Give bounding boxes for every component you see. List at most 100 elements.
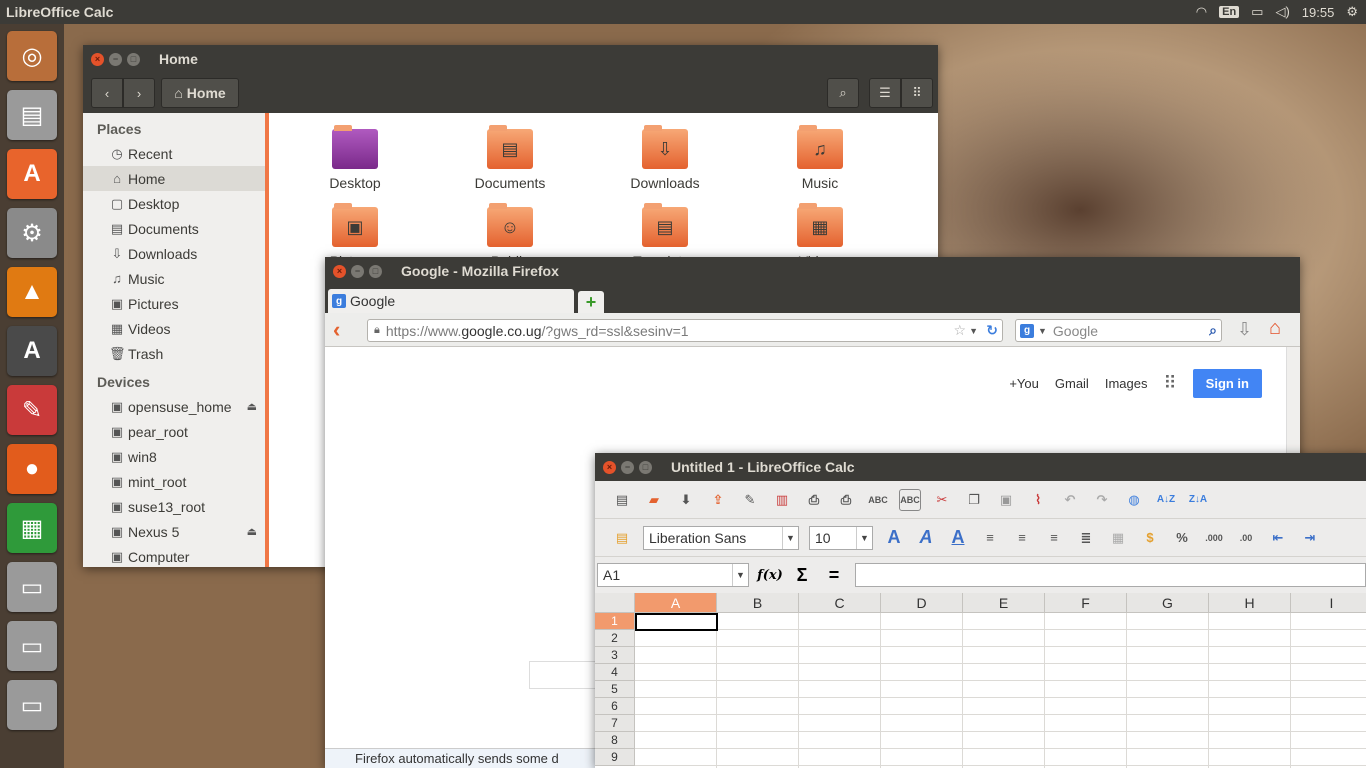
- underline-icon[interactable]: A: [947, 527, 969, 549]
- eject-icon[interactable]: ⏏: [247, 525, 257, 538]
- drive-icon[interactable]: ▭: [7, 621, 57, 671]
- column-header-d[interactable]: D: [881, 593, 963, 613]
- sidebar-device-nexus-5[interactable]: ▣ Nexus 5 ⏏: [83, 519, 265, 544]
- new-document-icon[interactable]: ▤: [611, 489, 633, 511]
- grid-view-button[interactable]: ⠿: [901, 78, 933, 108]
- hyperlink-icon[interactable]: ◍: [1123, 489, 1145, 511]
- minimize-button[interactable]: −: [109, 52, 122, 66]
- name-box[interactable]: A1 ▼: [597, 563, 749, 587]
- column-header-h[interactable]: H: [1209, 593, 1291, 613]
- close-button[interactable]: ×: [91, 52, 104, 66]
- update-manager-icon[interactable]: A: [7, 326, 57, 376]
- sidebar-item-documents[interactable]: ▤ Documents: [83, 216, 265, 241]
- column-header-f[interactable]: F: [1045, 593, 1127, 613]
- files-icon[interactable]: ▤: [7, 90, 57, 140]
- firefox-icon[interactable]: ●: [7, 444, 57, 494]
- row-header-9[interactable]: 9: [595, 749, 635, 766]
- column-header-i[interactable]: I: [1291, 593, 1366, 613]
- sidebar-device-win8[interactable]: ▣ win8: [83, 444, 265, 469]
- print-icon[interactable]: ⎙: [803, 489, 825, 511]
- close-button[interactable]: ×: [333, 264, 346, 278]
- export-pdf-icon[interactable]: ▥: [771, 489, 793, 511]
- sidebar-item-trash[interactable]: 🗑︎ Trash: [83, 341, 265, 366]
- download-icon[interactable]: ⇩: [1237, 319, 1252, 340]
- align-center-icon[interactable]: ≡: [1011, 527, 1033, 549]
- align-right-icon[interactable]: ≡: [1043, 527, 1065, 549]
- open-folder-icon[interactable]: ▰: [643, 489, 665, 511]
- bookmark-star-icon[interactable]: ☆: [953, 322, 966, 339]
- list-view-button[interactable]: ☰: [869, 78, 901, 108]
- column-header-b[interactable]: B: [717, 593, 799, 613]
- sidebar-device-computer[interactable]: ▣ Computer: [83, 544, 265, 567]
- align-left-icon[interactable]: ≡: [979, 527, 1001, 549]
- minimize-button[interactable]: −: [621, 460, 634, 474]
- ubuntu-icon[interactable]: ◎: [7, 31, 57, 81]
- images-link[interactable]: Images: [1105, 376, 1148, 391]
- gear-icon[interactable]: ⚙: [1346, 4, 1358, 20]
- sidebar-device-pear_root[interactable]: ▣ pear_root: [83, 419, 265, 444]
- close-button[interactable]: ×: [603, 460, 616, 474]
- row-header-1[interactable]: 1: [595, 613, 635, 630]
- clock[interactable]: 19:55: [1302, 5, 1335, 20]
- folder-music[interactable]: ♫ Music: [775, 125, 865, 191]
- sidebar-device-mint_root[interactable]: ▣ mint_root: [83, 469, 265, 494]
- row-header-8[interactable]: 8: [595, 732, 635, 749]
- sidebar-device-suse13_root[interactable]: ▣ suse13_root: [83, 494, 265, 519]
- sort-ascending-icon[interactable]: A↓Z: [1155, 489, 1177, 511]
- home-icon[interactable]: ⌂: [1269, 317, 1281, 340]
- vlc-icon[interactable]: ▲: [7, 267, 57, 317]
- sidebar-item-videos[interactable]: ▦ Videos: [83, 316, 265, 341]
- chevron-down-icon[interactable]: ▼: [782, 526, 798, 549]
- cut-icon[interactable]: ✂: [931, 489, 953, 511]
- sidebar-item-pictures[interactable]: ▣ Pictures: [83, 291, 265, 316]
- sort-descending-icon[interactable]: Z↓A: [1187, 489, 1209, 511]
- clone-formatting-icon[interactable]: ⌇: [1027, 489, 1049, 511]
- row-header-2[interactable]: 2: [595, 630, 635, 647]
- url-bar[interactable]: 🔒︎ https://www. google.co.ug/?gws_rd=ssl&…: [367, 319, 1003, 342]
- drive-icon[interactable]: ▭: [7, 680, 57, 730]
- plus-you-link[interactable]: +You: [1009, 376, 1039, 391]
- font-name-combo[interactable]: Liberation Sans ▼: [643, 525, 799, 550]
- column-header-e[interactable]: E: [963, 593, 1045, 613]
- formula-input[interactable]: [855, 563, 1366, 587]
- edit-file-icon[interactable]: ✎: [739, 489, 761, 511]
- export-icon[interactable]: ⇪: [707, 489, 729, 511]
- sidebar-item-desktop[interactable]: ▢ Desktop: [83, 191, 265, 216]
- undo-icon[interactable]: ↶: [1059, 489, 1081, 511]
- keyboard-layout-indicator[interactable]: En: [1219, 6, 1240, 18]
- location-button-home[interactable]: ⌂ Home: [161, 78, 239, 108]
- bold-icon[interactable]: A: [883, 527, 905, 549]
- system-settings-icon[interactable]: ⚙: [7, 208, 57, 258]
- software-center-icon[interactable]: A: [7, 149, 57, 199]
- search-bar[interactable]: g ▼ Google ⌕: [1015, 319, 1222, 342]
- tab-google[interactable]: g Google: [328, 289, 574, 313]
- sidebar-device-opensuse_home[interactable]: ▣ opensuse_home ⏏: [83, 394, 265, 419]
- new-tab-button[interactable]: +: [578, 291, 604, 313]
- row-header-7[interactable]: 7: [595, 715, 635, 732]
- autospellcheck-icon[interactable]: ABC: [899, 488, 921, 511]
- folder-downloads[interactable]: ⇩ Downloads: [620, 125, 710, 191]
- save-icon[interactable]: ⬇: [675, 489, 697, 511]
- formula-icon[interactable]: =: [823, 564, 845, 586]
- back-button[interactable]: ‹: [333, 317, 340, 343]
- gmail-link[interactable]: Gmail: [1055, 376, 1089, 391]
- chevron-down-icon[interactable]: ▼: [1038, 326, 1047, 336]
- styles-icon[interactable]: ▤: [611, 527, 633, 549]
- function-wizard-icon[interactable]: f(x): [757, 564, 783, 586]
- wifi-icon[interactable]: ◠: [1196, 4, 1207, 20]
- font-size-combo[interactable]: 10 ▼: [809, 525, 873, 550]
- print-preview-icon[interactable]: ⎙: [835, 489, 857, 511]
- reload-icon[interactable]: ↻: [986, 322, 998, 339]
- apps-grid-icon[interactable]: ⠿: [1163, 373, 1176, 394]
- search-button[interactable]: ⌕: [827, 78, 859, 108]
- back-button[interactable]: ‹: [91, 78, 123, 108]
- forward-button[interactable]: ›: [123, 78, 155, 108]
- merge-cells-icon[interactable]: ▦: [1107, 527, 1129, 549]
- volume-icon[interactable]: ◁): [1275, 4, 1289, 20]
- chevron-down-icon[interactable]: ▼: [732, 564, 748, 586]
- active-cell-a1[interactable]: [635, 613, 718, 631]
- libreoffice-calc-icon[interactable]: ▦: [7, 503, 57, 553]
- column-header-a[interactable]: A: [635, 593, 717, 613]
- percent-icon[interactable]: %: [1171, 527, 1193, 549]
- spellcheck-icon[interactable]: ABC: [867, 489, 889, 511]
